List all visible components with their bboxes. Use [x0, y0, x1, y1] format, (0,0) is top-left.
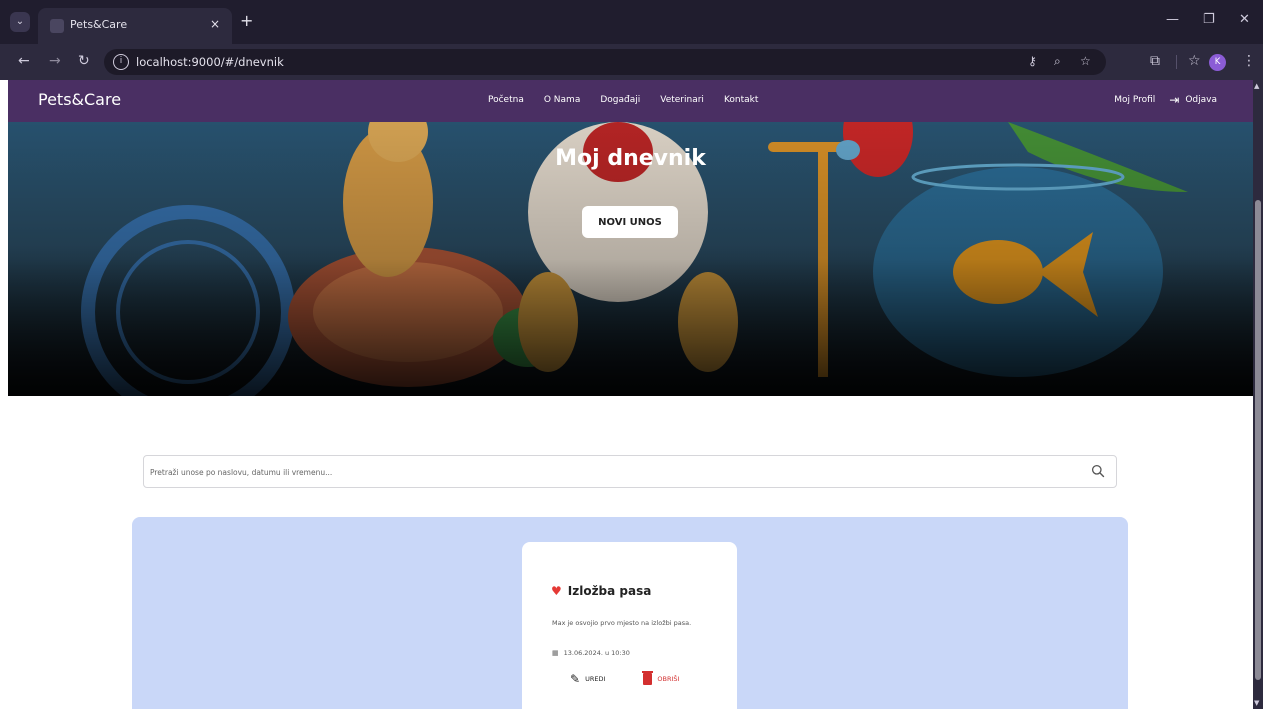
forward-icon[interactable]: → — [49, 53, 61, 69]
search-input[interactable] — [150, 464, 1050, 480]
password-key-icon[interactable]: ⚷ — [1028, 54, 1037, 68]
entry-datetime: 13.06.2024. u 10:30 — [563, 649, 630, 657]
delete-button[interactable]: OBRIŠI — [642, 671, 680, 686]
pencil-icon: ✎ — [570, 672, 581, 686]
nav-link-profile[interactable]: Moj Profil — [1114, 95, 1155, 105]
zoom-icon[interactable]: ⌕ — [1054, 54, 1061, 69]
toolbar-separator — [1176, 55, 1177, 69]
nav-link-veterinari[interactable]: Veterinari — [660, 95, 704, 105]
scroll-up-icon[interactable]: ▲ — [1254, 82, 1259, 90]
scroll-thumb[interactable] — [1255, 200, 1261, 680]
logout-icon: ⇥ — [1169, 93, 1180, 107]
tab-search-chevron-icon[interactable]: ⌄ — [10, 12, 30, 32]
new-entry-button[interactable]: NOVI UNOS — [582, 206, 678, 238]
entry-actions: ✎ UREDI OBRIŠI — [570, 671, 680, 686]
calendar-icon: ▦ — [552, 649, 559, 657]
extensions-icon[interactable]: ⧉ — [1150, 53, 1160, 69]
search-icon[interactable] — [1091, 464, 1105, 478]
tab-close-icon[interactable]: × — [210, 17, 220, 31]
search-bar — [143, 455, 1117, 488]
edit-button[interactable]: ✎ UREDI — [570, 672, 605, 686]
brand-logo[interactable]: Pets&Care — [38, 90, 121, 109]
window-restore-icon[interactable]: ❐ — [1203, 12, 1215, 27]
window-minimize-icon[interactable]: — — [1166, 12, 1179, 27]
entry-date: ▦ 13.06.2024. u 10:30 — [552, 649, 630, 657]
nav-link-dogadaji[interactable]: Događaji — [600, 95, 640, 105]
entries-container: ♥ Izložba pasa Max je osvojio prvo mjest… — [132, 517, 1128, 709]
nav-link-pocetna[interactable]: Početna — [488, 95, 524, 105]
window-close-icon[interactable]: ✕ — [1239, 12, 1250, 27]
page-title: Moj dnevnik — [555, 146, 706, 171]
browser-menu-icon[interactable]: ⋮ — [1242, 53, 1256, 69]
logout-label: Odjava — [1185, 95, 1217, 105]
edit-label: UREDI — [585, 675, 606, 683]
hero-banner: Moj dnevnik NOVI UNOS — [8, 122, 1253, 396]
logout-button[interactable]: ⇥ Odjava — [1169, 93, 1217, 107]
reload-icon[interactable]: ↻ — [78, 53, 90, 69]
heart-icon: ♥ — [551, 584, 562, 598]
site-navbar: Pets&Care Početna O Nama Događaji Veteri… — [8, 80, 1253, 122]
entry-card: ♥ Izložba pasa Max je osvojio prvo mjest… — [522, 542, 737, 709]
entry-title-text: Izložba pasa — [567, 584, 652, 598]
nav-right: Moj Profil ⇥ Odjava — [1114, 93, 1217, 107]
nav-links: Početna O Nama Događaji Veterinari Konta… — [488, 95, 758, 105]
back-icon[interactable]: ← — [18, 53, 30, 69]
address-bar[interactable]: i localhost:9000/#/dnevnik ⚷ ⌕ ☆ — [104, 49, 1106, 75]
page-scrollbar[interactable]: ▲ ▼ — [1253, 80, 1263, 709]
site-info-icon[interactable]: i — [113, 54, 129, 70]
new-tab-icon[interactable]: + — [240, 11, 253, 30]
url-text[interactable]: localhost:9000/#/dnevnik — [136, 55, 284, 69]
nav-link-o-nama[interactable]: O Nama — [544, 95, 580, 105]
scroll-down-icon[interactable]: ▼ — [1254, 699, 1259, 707]
delete-label: OBRIŠI — [657, 675, 680, 683]
entry-description: Max je osvojio prvo mjesto na izložbi pa… — [552, 619, 692, 627]
nav-link-kontakt[interactable]: Kontakt — [724, 95, 758, 105]
profile-avatar-icon[interactable]: K — [1209, 54, 1226, 71]
browser-tab[interactable]: Pets&Care × — [38, 8, 232, 44]
browser-tab-bar: ⌄ Pets&Care × + — ❐ ✕ — [0, 0, 1263, 44]
entry-title: ♥ Izložba pasa — [551, 584, 651, 598]
browser-toolbar: ← → ↻ i localhost:9000/#/dnevnik ⚷ ⌕ ☆ ⧉… — [0, 44, 1263, 80]
tab-title: Pets&Care — [70, 18, 128, 31]
bookmark-star-icon[interactable]: ☆ — [1080, 54, 1091, 68]
tab-favicon-icon — [50, 19, 64, 33]
trash-icon — [642, 671, 654, 685]
bookmarks-icon[interactable]: ☆ — [1188, 53, 1201, 69]
